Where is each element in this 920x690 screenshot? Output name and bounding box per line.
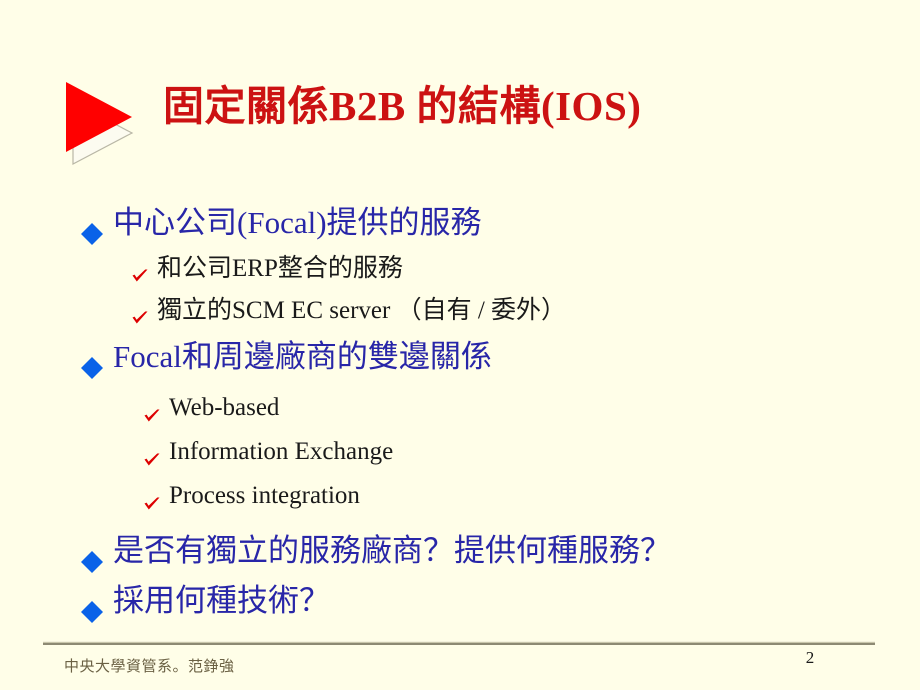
blue-diamond-bullet-icon xyxy=(80,211,104,245)
red-check-bullet-icon xyxy=(130,259,150,282)
slide-title-row: 固定關係B2B 的結構(IOS) xyxy=(0,68,920,178)
bullet-level1: Focal和周邊廠商的雙邊關係 xyxy=(0,332,920,382)
bullet-level2: 獨立的SCM EC server （自有 / 委外） xyxy=(0,290,920,332)
bullet-level2: Process integration xyxy=(0,474,920,518)
bullet-text: Focal和周邊廠商的雙邊關係 xyxy=(113,339,492,374)
presentation-slide: 固定關係B2B 的結構(IOS) 中心公司(Focal)提供的服務 和公司ERP… xyxy=(0,0,920,690)
red-check-bullet-icon xyxy=(130,301,150,324)
red-check-bullet-icon xyxy=(142,398,162,422)
bullet-text: 中心公司(Focal)提供的服務 xyxy=(113,205,482,240)
bullet-text: Process integration xyxy=(169,482,360,509)
page-number: 2 xyxy=(805,648,815,667)
blue-diamond-bullet-icon xyxy=(80,539,104,573)
bullet-text: 和公司ERP整合的服務 xyxy=(157,255,403,282)
bullet-text: 獨立的SCM EC server （自有 / 委外） xyxy=(157,297,567,324)
page-title: 固定關係B2B 的結構(IOS) xyxy=(163,83,642,129)
footer-divider xyxy=(43,641,875,645)
bullet-level2: Information Exchange xyxy=(0,430,920,474)
bullet-text: Information Exchange xyxy=(169,438,394,465)
red-right-triangle-icon xyxy=(60,76,164,168)
blue-diamond-bullet-icon xyxy=(80,345,104,379)
bullet-level1: 採用何種技術？ xyxy=(0,576,920,626)
bullet-level2: Web-based xyxy=(0,386,920,430)
bullet-text: Web-based xyxy=(169,394,280,421)
bullet-level1: 中心公司(Focal)提供的服務 xyxy=(0,198,920,248)
bullet-level2: 和公司ERP整合的服務 xyxy=(0,248,920,290)
bullet-text: 採用何種技術？ xyxy=(113,583,330,618)
bullet-list: 中心公司(Focal)提供的服務 和公司ERP整合的服務 獨立的SCM EC s… xyxy=(0,198,920,626)
red-check-bullet-icon xyxy=(142,442,162,466)
blue-diamond-bullet-icon xyxy=(80,589,104,623)
footer-credit: 中央大學資管系。范錚強 xyxy=(64,659,235,675)
bullet-level1: 是否有獨立的服務廠商？提供何種服務？ xyxy=(0,526,920,576)
bullet-text: 是否有獨立的服務廠商？提供何種服務？ xyxy=(113,533,671,568)
red-check-bullet-icon xyxy=(142,486,162,510)
